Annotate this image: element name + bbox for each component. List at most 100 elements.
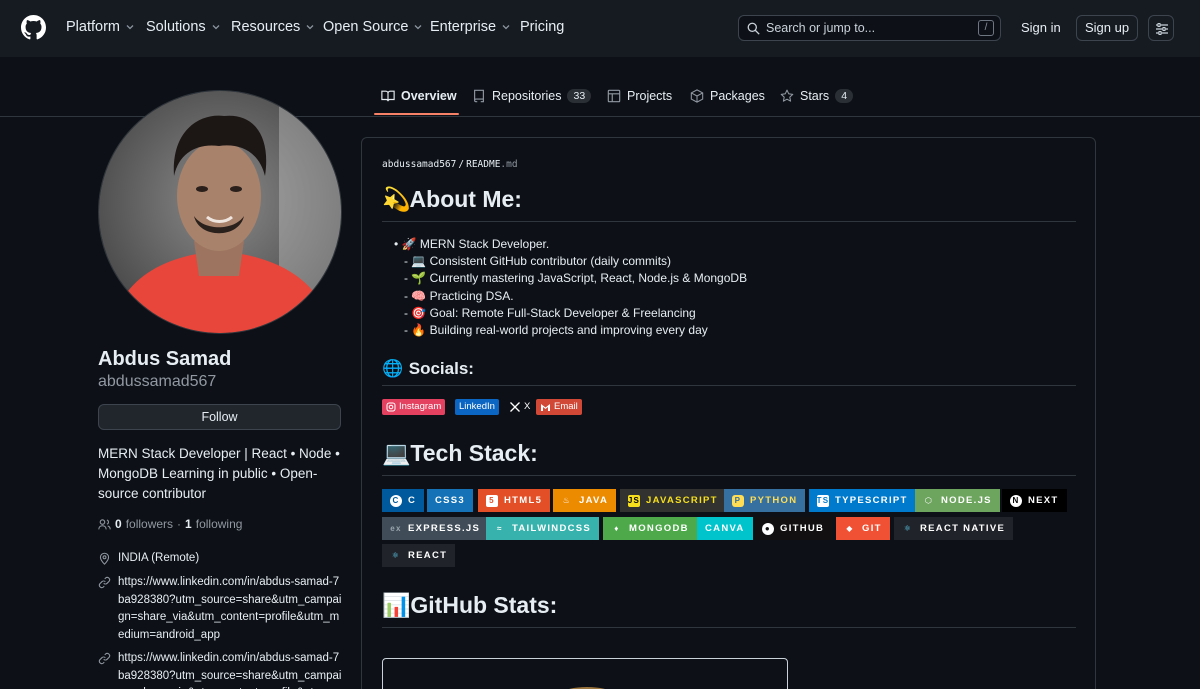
profile-link-2[interactable]: https://www.linkedin.com/in/abdus-samad-… [98, 650, 343, 689]
nav-enterprise-label: Enterprise [430, 19, 497, 35]
chevron-down-icon [414, 25, 422, 30]
chevron-down-icon [126, 25, 134, 30]
tech-badge-typescript[interactable]: TS TYPESCRIPT [809, 489, 916, 512]
nav-resources[interactable]: Resources [231, 19, 315, 35]
about-item-text: - 🎯 Goal: Remote Full-Stack Developer & … [404, 305, 696, 320]
tech-badge-css3[interactable]: CSS3 [427, 489, 474, 512]
tech-badge-javascript[interactable]: JS JAVASCRIPT [620, 489, 726, 512]
location-icon [99, 552, 110, 565]
tech-badge-label: MONGODB [629, 523, 689, 534]
tech-badge-label: TAILWINDCSS [512, 523, 592, 534]
about-item: - 🔥 Building real-world projects and imp… [394, 322, 747, 339]
divider [382, 385, 1076, 386]
tab-repositories[interactable]: Repositories 33 [472, 89, 592, 103]
chevron-down-icon [212, 25, 220, 30]
about-item-text: - 🔥 Building real-world projects and imp… [404, 323, 708, 338]
instagram-icon [386, 402, 396, 412]
about-list: • 🚀 MERN Stack Developer. - 💻 Consistent… [394, 236, 747, 339]
profile-link-1[interactable]: https://www.linkedin.com/in/abdus-samad-… [98, 574, 343, 644]
sign-in-link[interactable]: Sign in [1021, 20, 1061, 35]
selected-tab-indicator [374, 113, 459, 115]
nav-resources-label: Resources [231, 19, 301, 35]
nav-enterprise[interactable]: Enterprise [430, 19, 511, 35]
readme-path-file[interactable]: README [466, 159, 500, 170]
tab-overview[interactable]: Overview [381, 89, 457, 103]
github-logo-icon[interactable] [21, 15, 46, 40]
html5-icon: 5 [486, 494, 498, 507]
tech-badge-react-native[interactable]: ⚛ REACT NATIVE [894, 517, 1014, 540]
following-count[interactable]: 1 [185, 517, 192, 531]
divider [382, 627, 1076, 628]
sign-up-button[interactable]: Sign up [1076, 15, 1138, 41]
settings-menu-button[interactable] [1148, 15, 1174, 41]
about-item: - 🧠 Practicing DSA. [394, 288, 747, 305]
c-icon: C [390, 494, 402, 507]
tech-badge-mongodb[interactable]: ♦ MONGODB [603, 517, 697, 540]
nav-solutions[interactable]: Solutions [146, 19, 221, 35]
tech-badge-c[interactable]: CC [382, 489, 425, 512]
profile-username: abdussamad567 [98, 373, 217, 390]
tailwind-icon: ≈ [497, 524, 503, 533]
search-input[interactable]: Search or jump to... / [738, 15, 1001, 41]
dizzy-emoji-icon: 💫 [382, 186, 411, 212]
link-icon [98, 576, 111, 589]
tab-stars[interactable]: Stars 4 [780, 89, 854, 103]
nav-pricing[interactable]: Pricing [520, 19, 564, 35]
globe-emoji-icon: 🌐 [382, 359, 404, 378]
tech-badge-java[interactable]: ♨ JAVA [553, 489, 617, 512]
tech-badge-label: HTML5 [504, 495, 543, 506]
tech-badge-html5[interactable]: 5 HTML5 [478, 489, 551, 512]
nextjs-icon: N [1010, 494, 1022, 507]
nav-platform[interactable]: Platform [66, 19, 135, 35]
followers-count[interactable]: 0 [115, 517, 122, 531]
react-icon: ⚛ [903, 524, 913, 533]
readme-path-ext: .md [500, 159, 518, 170]
github-icon: ● [762, 522, 774, 535]
tech-badge-react[interactable]: ⚛ REACT [382, 544, 456, 567]
tech-badge-tailwindcss[interactable]: ≈ TAILWINDCSS [486, 517, 600, 540]
linkedin-badge[interactable]: LinkedIn [455, 399, 499, 415]
tab-repositories-label: Repositories [492, 89, 562, 103]
nav-open-source-label: Open Source [323, 19, 409, 35]
email-badge[interactable]: Email [536, 399, 582, 415]
readme-path-user[interactable]: abdussamad567 [382, 159, 456, 170]
express-icon: ex [390, 524, 402, 533]
link-icon [98, 652, 111, 665]
tech-badge-canva[interactable]: CANVA [697, 517, 753, 540]
tech-badge-nodejs[interactable]: ⬡ NODE.JS [915, 489, 1000, 512]
socials-heading-text: Socials: [408, 359, 474, 378]
stars-count-badge: 4 [835, 89, 854, 103]
search-shortcut-key: / [978, 20, 994, 36]
instagram-badge[interactable]: Instagram [382, 399, 446, 415]
python-icon: P [732, 494, 744, 507]
typescript-icon: TS [816, 494, 830, 507]
tech-badge-express[interactable]: ex EXPRESS.JS [382, 517, 489, 540]
follow-button[interactable]: Follow [98, 404, 341, 430]
x-badge[interactable]: X [505, 399, 535, 415]
tab-projects-label: Projects [627, 89, 673, 103]
java-icon: ♨ [562, 496, 572, 505]
tech-badge-python[interactable]: P PYTHON [724, 489, 806, 512]
following-link[interactable]: following [196, 517, 243, 531]
avatar[interactable] [98, 90, 342, 334]
tech-badge-next[interactable]: N NEXT [1002, 489, 1067, 512]
sliders-icon [1156, 23, 1168, 35]
table-icon [607, 89, 621, 103]
profile-link-text[interactable]: https://www.linkedin.com/in/abdus-samad-… [118, 650, 343, 689]
github-stats-card [382, 658, 788, 689]
tech-badge-label: CANVA [705, 523, 745, 534]
about-item: - 🎯 Goal: Remote Full-Stack Developer & … [394, 305, 747, 322]
tech-badge-github[interactable]: ● GITHUB [754, 517, 833, 540]
chevron-down-icon [502, 25, 510, 30]
search-icon [747, 22, 760, 35]
tab-packages[interactable]: Packages [690, 89, 765, 103]
profile-link-text[interactable]: https://www.linkedin.com/in/abdus-samad-… [118, 574, 343, 644]
tech-badge-label: NODE.JS [941, 495, 992, 506]
tech-badge-git[interactable]: ◆ GIT [836, 517, 890, 540]
followers-link[interactable]: followers [126, 517, 173, 531]
readme-breadcrumb: abdussamad567/README.md [382, 159, 518, 170]
tab-projects[interactable]: Projects [607, 89, 672, 103]
chevron-down-icon [306, 25, 314, 30]
nav-solutions-label: Solutions [146, 19, 206, 35]
nav-open-source[interactable]: Open Source [323, 19, 423, 35]
